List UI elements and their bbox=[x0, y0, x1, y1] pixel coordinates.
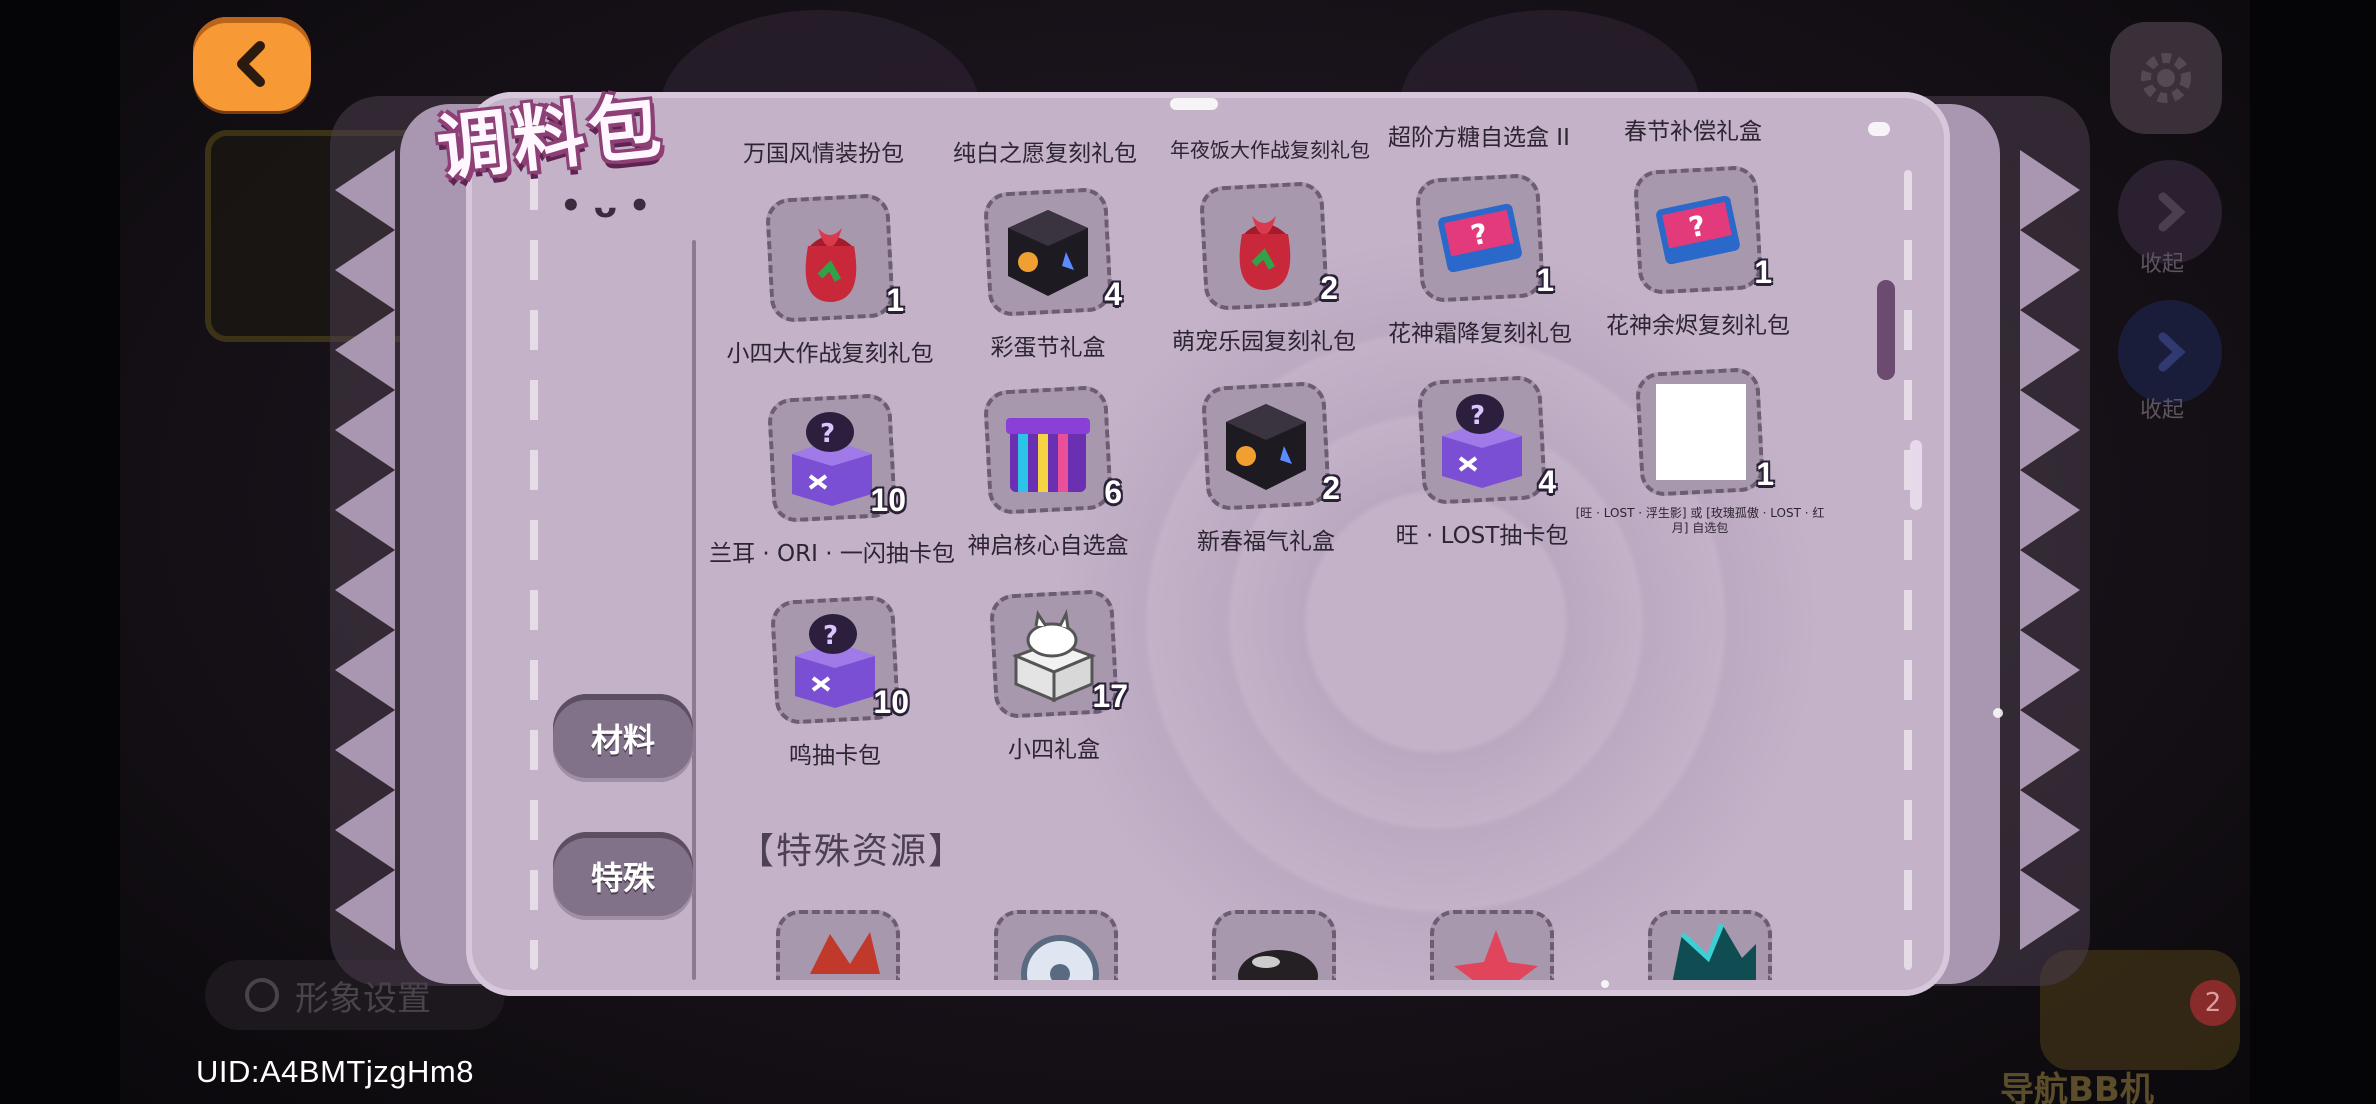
inventory-item[interactable]: 17 小四礼盒 bbox=[954, 588, 1154, 772]
item-count: 4 bbox=[1104, 276, 1122, 312]
item-label-cut: 年夜饭大作战复刻礼包 bbox=[1170, 138, 1370, 162]
sparkle bbox=[1868, 122, 1890, 136]
open-box-cat-icon bbox=[1002, 602, 1106, 706]
mystery-box-icon: ? bbox=[780, 406, 884, 510]
blank-card-icon bbox=[1648, 380, 1752, 484]
item-count: 1 bbox=[1754, 254, 1772, 290]
settings-button[interactable] bbox=[2110, 22, 2222, 134]
striped-gift-box-icon bbox=[996, 398, 1100, 502]
mystery-box-icon: ? bbox=[783, 608, 887, 712]
item-label-cut: 春节补偿礼盒 bbox=[1624, 119, 1762, 145]
dark-shell-icon[interactable] bbox=[1212, 910, 1336, 980]
dashed-border-right bbox=[1904, 170, 1912, 970]
inventory-item[interactable]: 2 萌宠乐园复刻礼包 bbox=[1164, 180, 1364, 364]
mystery-box-icon: ? bbox=[1430, 388, 1534, 492]
section-title: 【特殊资源】 bbox=[738, 831, 967, 872]
nav-badge: 2 bbox=[2190, 980, 2236, 1026]
item-count: 1 bbox=[886, 282, 904, 318]
chevron-left-icon bbox=[237, 41, 265, 87]
item-name: 小四礼盒 bbox=[1008, 737, 1100, 763]
item-count: 2 bbox=[1322, 470, 1340, 506]
nav-label: 导航BB机 bbox=[2000, 1070, 2154, 1104]
inventory-item[interactable]: 1 [旺 · LOST · 浮生影] 或 [玫瑰孤傲 · LOST · 红月] 自… bbox=[1576, 366, 1824, 550]
chevron-right-icon bbox=[2158, 192, 2186, 232]
question-card-icon: ? bbox=[1646, 178, 1750, 282]
item-label-cut: 超阶方糖自选盒 II bbox=[1388, 125, 1570, 151]
red-gift-bag-icon bbox=[778, 206, 882, 310]
item-count: 10 bbox=[870, 482, 906, 518]
gear-icon bbox=[2141, 53, 2191, 103]
chevron-right-icon bbox=[2158, 332, 2186, 372]
sparkle bbox=[1170, 98, 1218, 110]
svg-text:?: ? bbox=[1470, 401, 1485, 431]
teal-crown-icon[interactable] bbox=[1648, 910, 1772, 980]
item-count: 17 bbox=[1092, 678, 1128, 714]
black-cube-box-icon bbox=[996, 200, 1100, 304]
item-count: 10 bbox=[873, 684, 909, 720]
tab-materials[interactable]: 材料 bbox=[553, 694, 693, 782]
svg-text:?: ? bbox=[823, 621, 838, 651]
svg-text:?: ? bbox=[820, 419, 835, 449]
item-label-cut: 纯白之愿复刻礼包 bbox=[953, 141, 1137, 167]
sparkle bbox=[1601, 980, 1609, 988]
sparkle bbox=[1993, 708, 2003, 718]
item-count: 2 bbox=[1320, 270, 1338, 306]
inventory-item[interactable]: ? 10 兰耳 · ORI · 一闪抽卡包 bbox=[709, 392, 955, 576]
disc-icon[interactable] bbox=[994, 910, 1118, 980]
item-count: 4 bbox=[1538, 464, 1556, 500]
inventory-item[interactable]: 2 新春福气礼盒 bbox=[1166, 380, 1366, 564]
zigzag-edge-left bbox=[335, 150, 395, 950]
item-label-cut: 万国风情装扮包 bbox=[743, 141, 904, 167]
red-star-icon[interactable] bbox=[1430, 910, 1554, 980]
item-count: 6 bbox=[1104, 474, 1122, 510]
item-name: 花神余烬复刻礼包 bbox=[1606, 313, 1790, 339]
tab-special[interactable]: 特殊 bbox=[553, 832, 693, 920]
uid-label: UID:A4BMTjzgHm8 bbox=[196, 1054, 474, 1089]
item-name: [旺 · LOST · 浮生影] 或 [玫瑰孤傲 · LOST · 红月] 自选… bbox=[1575, 506, 1825, 535]
inventory-item[interactable]: 1 小四大作战复刻礼包 bbox=[727, 192, 934, 376]
back-button[interactable] bbox=[193, 17, 311, 111]
inventory-item[interactable]: ? 1 花神余烬复刻礼包 bbox=[1598, 164, 1798, 348]
red-badge-icon[interactable] bbox=[776, 910, 900, 980]
inventory-item[interactable]: 4 彩蛋节礼盒 bbox=[948, 186, 1148, 370]
question-card-icon: ? bbox=[1428, 186, 1532, 290]
face-decoration: • ᴗ • bbox=[560, 186, 651, 226]
red-gift-bag-icon bbox=[1212, 194, 1316, 298]
inventory-item[interactable]: ? 4 旺 · LOST抽卡包 bbox=[1382, 374, 1582, 558]
scrollbar-thumb[interactable] bbox=[1877, 280, 1895, 380]
scrollbar-indicator[interactable] bbox=[1910, 440, 1922, 510]
item-count: 1 bbox=[1536, 262, 1554, 298]
person-icon bbox=[245, 978, 279, 1012]
inventory-item[interactable]: 6 神启核心自选盒 bbox=[948, 384, 1148, 568]
collapse-button-2[interactable] bbox=[2118, 300, 2222, 404]
zigzag-edge-right bbox=[2020, 150, 2080, 950]
inventory-item[interactable]: ? 10 鸣抽卡包 bbox=[735, 594, 935, 778]
collapse-label-1: 收起 bbox=[2140, 252, 2185, 277]
game-scene: 收起 收起 形象设置 2 导航BB机 调料包 • ᴗ • 材料 特殊 万国风情装… bbox=[0, 0, 2376, 1104]
item-count: 1 bbox=[1756, 456, 1774, 492]
collapse-label-2: 收起 bbox=[2140, 398, 2185, 423]
dashed-border-left bbox=[530, 170, 538, 970]
black-cube-box-icon bbox=[1214, 394, 1318, 498]
inventory-item[interactable]: ? 1 花神霜降复刻礼包 bbox=[1380, 172, 1580, 356]
